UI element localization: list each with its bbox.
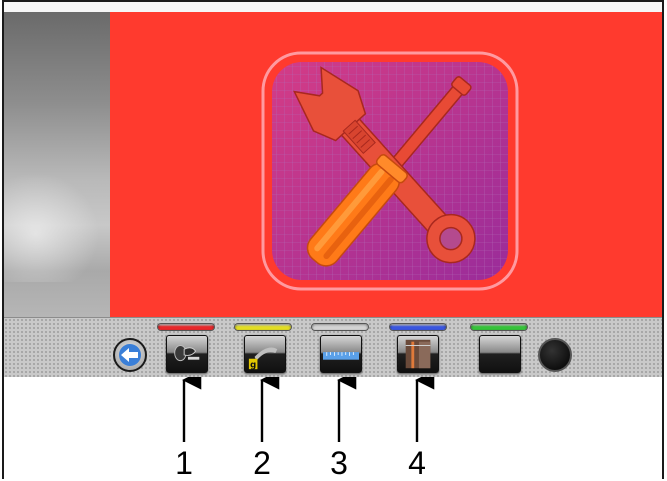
blank-button[interactable] xyxy=(479,335,521,373)
color-tab-red xyxy=(158,324,214,330)
round-button[interactable] xyxy=(538,338,572,372)
weight-icon: g xyxy=(248,347,278,370)
callout-number-4: 4 xyxy=(408,445,426,481)
ruler-button[interactable] xyxy=(320,335,362,373)
weight-button[interactable]: g xyxy=(244,335,286,373)
machine-display-frame: g 1 2 3 4 xyxy=(2,0,664,479)
wheel-measure-button[interactable] xyxy=(397,335,439,373)
clamp-button[interactable] xyxy=(166,335,208,373)
color-tab-green xyxy=(471,324,527,330)
back-button[interactable] xyxy=(113,338,147,372)
bottom-toolbar: g xyxy=(4,317,662,377)
color-tab-white xyxy=(312,324,368,330)
side-panel xyxy=(4,12,110,317)
color-tab-blue xyxy=(390,324,446,330)
callout-annotations: 1 2 3 4 xyxy=(4,377,662,481)
display-screen: g xyxy=(4,2,662,377)
callout-number-3: 3 xyxy=(330,445,348,481)
wheel-measure-icon xyxy=(405,339,431,369)
weight-badge: g xyxy=(250,360,256,370)
color-tab-yellow xyxy=(235,324,291,330)
callout-number-1: 1 xyxy=(175,445,193,481)
tools-wrench-screwdriver-icon xyxy=(261,51,519,291)
ruler-icon xyxy=(323,352,359,360)
main-area xyxy=(110,12,662,317)
clamp-icon xyxy=(174,345,200,362)
callout-number-2: 2 xyxy=(253,445,271,481)
arrow-left-icon xyxy=(119,344,141,366)
